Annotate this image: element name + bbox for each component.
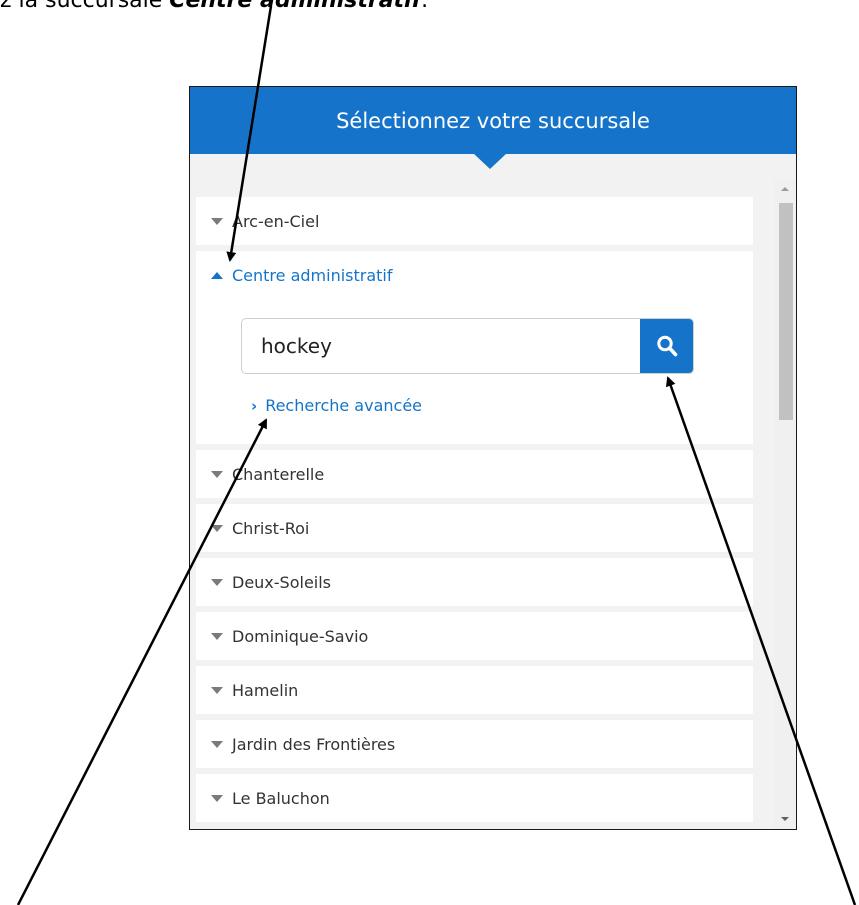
caret-down-icon	[211, 470, 223, 478]
scroll-down-arrow-icon[interactable]	[781, 817, 789, 821]
advanced-search-label: Recherche avancée	[265, 396, 423, 415]
branch-item-arc-en-ciel[interactable]: Arc-en-Ciel	[196, 197, 753, 245]
branch-item-label: Jardin des Frontières	[232, 734, 396, 754]
branch-selector-panel: Sélectionnez votre succursale Arc-en-Cie…	[189, 86, 797, 830]
search-box	[241, 318, 694, 374]
caret-down-icon	[211, 632, 223, 640]
instruction-caption: z la succursale Centre administratif.	[0, 0, 428, 13]
branch-item-christ-roi[interactable]: Christ-Roi	[196, 504, 753, 552]
branch-item-centre-administratif-header[interactable]: Centre administratif	[196, 251, 393, 299]
search-input[interactable]	[242, 319, 635, 373]
caption-suffix: .	[421, 0, 429, 13]
branch-item-label: Hamelin	[232, 680, 299, 700]
branch-item-label: Le Baluchon	[232, 788, 330, 808]
caret-down-icon	[211, 578, 223, 586]
branch-item-label: Chanterelle	[232, 464, 325, 484]
caption-prefix: z la succursale	[0, 0, 170, 13]
panel-header: Sélectionnez votre succursale	[190, 87, 796, 154]
caret-down-icon	[211, 794, 223, 802]
branch-item-label: Christ-Roi	[232, 518, 310, 538]
branch-item-chanterelle[interactable]: Chanterelle	[196, 450, 753, 498]
advanced-search-link[interactable]: › Recherche avancée	[251, 396, 422, 415]
header-notch	[473, 153, 507, 169]
search-button[interactable]	[640, 319, 693, 373]
caret-down-icon	[211, 686, 223, 694]
caret-down-icon	[211, 217, 223, 225]
branch-item-label: Arc-en-Ciel	[232, 211, 320, 231]
panel-title: Sélectionnez votre succursale	[336, 108, 650, 133]
scroll-up-arrow-icon[interactable]	[781, 187, 789, 191]
branch-item-label: Centre administratif	[232, 265, 393, 285]
branch-item-label: Deux-Soleils	[232, 572, 332, 592]
list-scrollbar[interactable]	[774, 179, 796, 829]
search-icon	[656, 335, 677, 357]
branch-item-jardin-des-frontieres[interactable]: Jardin des Frontières	[196, 720, 753, 768]
caption-emphasis: Centre administratif	[169, 0, 422, 13]
branch-item-centre-administratif: Centre administratif › Recherche avancée	[196, 251, 753, 444]
branch-item-le-baluchon[interactable]: Le Baluchon	[196, 774, 753, 822]
caret-down-icon	[211, 740, 223, 748]
caret-up-icon	[211, 271, 223, 279]
branch-item-hamelin[interactable]: Hamelin	[196, 666, 753, 714]
branch-item-dominique-savio[interactable]: Dominique-Savio	[196, 612, 753, 660]
branch-list: Arc-en-Ciel Centre administratif › Reche…	[196, 197, 753, 828]
branch-item-label: Dominique-Savio	[232, 626, 369, 646]
chevron-right-icon: ›	[251, 396, 258, 415]
scroll-thumb[interactable]	[779, 203, 793, 420]
caret-down-icon	[211, 524, 223, 532]
branch-item-deux-soleils[interactable]: Deux-Soleils	[196, 558, 753, 606]
